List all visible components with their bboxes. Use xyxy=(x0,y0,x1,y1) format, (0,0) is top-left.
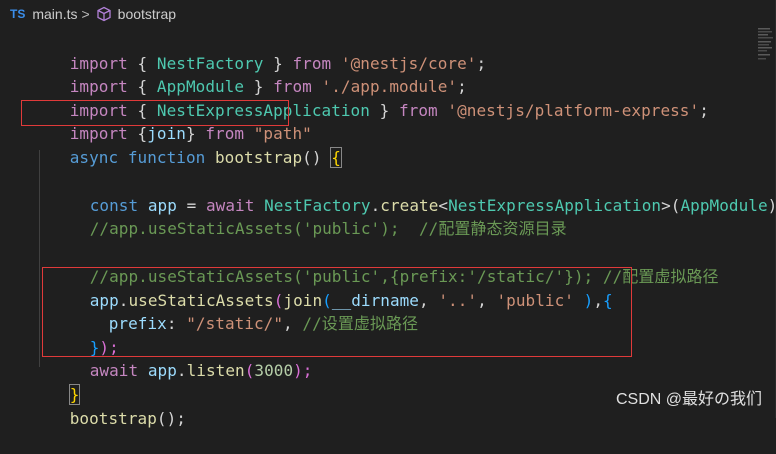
token-punct: } xyxy=(369,100,399,120)
token-keyword: from xyxy=(399,100,438,120)
chevron-right-icon: > xyxy=(81,5,90,22)
code-line-7[interactable]: const app = await NestFactory.create<Nes… xyxy=(51,170,776,215)
token-punct: >( xyxy=(661,195,681,215)
method-cube-icon xyxy=(96,6,112,22)
code-line-8[interactable]: //app.useStaticAssets('public'); //配置静态资… xyxy=(51,194,567,238)
token-punct: () xyxy=(302,147,332,167)
highlight-box-static-assets xyxy=(42,267,632,357)
code-line-10[interactable]: //app.useStaticAssets('public',{prefix:'… xyxy=(51,241,719,286)
watermark: CSDN @最好の我们 xyxy=(615,391,762,408)
token-comment: //app.useStaticAssets('public'); //配置静态资… xyxy=(89,219,567,239)
token-punct: (); xyxy=(156,408,186,428)
token-punct: . xyxy=(176,361,187,381)
code-line-1[interactable]: import { NestFactory } from '@nestjs/cor… xyxy=(31,28,486,73)
token-paren: ); xyxy=(293,361,313,381)
token-brace: { xyxy=(330,146,342,168)
typescript-file-icon: TS xyxy=(10,6,26,21)
highlight-box-import-join xyxy=(21,100,289,126)
token-storage: async xyxy=(69,147,119,167)
token-function: listen xyxy=(186,361,245,381)
token-paren: ( xyxy=(244,361,255,381)
token-function: bootstrap xyxy=(69,408,157,428)
token-number: 3000 xyxy=(254,361,294,381)
token-punct: ; xyxy=(699,100,709,120)
code-line-3[interactable]: import { NestExpressApplication } from '… xyxy=(31,75,709,120)
breadcrumb-symbol[interactable]: bootstrap xyxy=(118,6,176,22)
breadcrumb-file[interactable]: main.ts xyxy=(32,6,77,22)
breadcrumb: TS main.ts > bootstrap xyxy=(0,0,776,27)
token-keyword: await xyxy=(89,361,139,381)
token-function: bootstrap xyxy=(215,147,303,167)
code-line-16[interactable]: bootstrap(); xyxy=(31,383,186,428)
token-class: AppModule xyxy=(680,195,768,215)
code-line-2[interactable]: import { AppModule } from './app.module'… xyxy=(31,52,467,96)
token-variable: app xyxy=(147,361,177,381)
token-storage: function xyxy=(127,147,206,167)
minimap[interactable] xyxy=(757,28,774,68)
token-punct: ; xyxy=(476,53,487,73)
code-line-15[interactable]: } xyxy=(31,359,81,405)
token-string: '@nestjs/platform-express' xyxy=(447,100,700,120)
